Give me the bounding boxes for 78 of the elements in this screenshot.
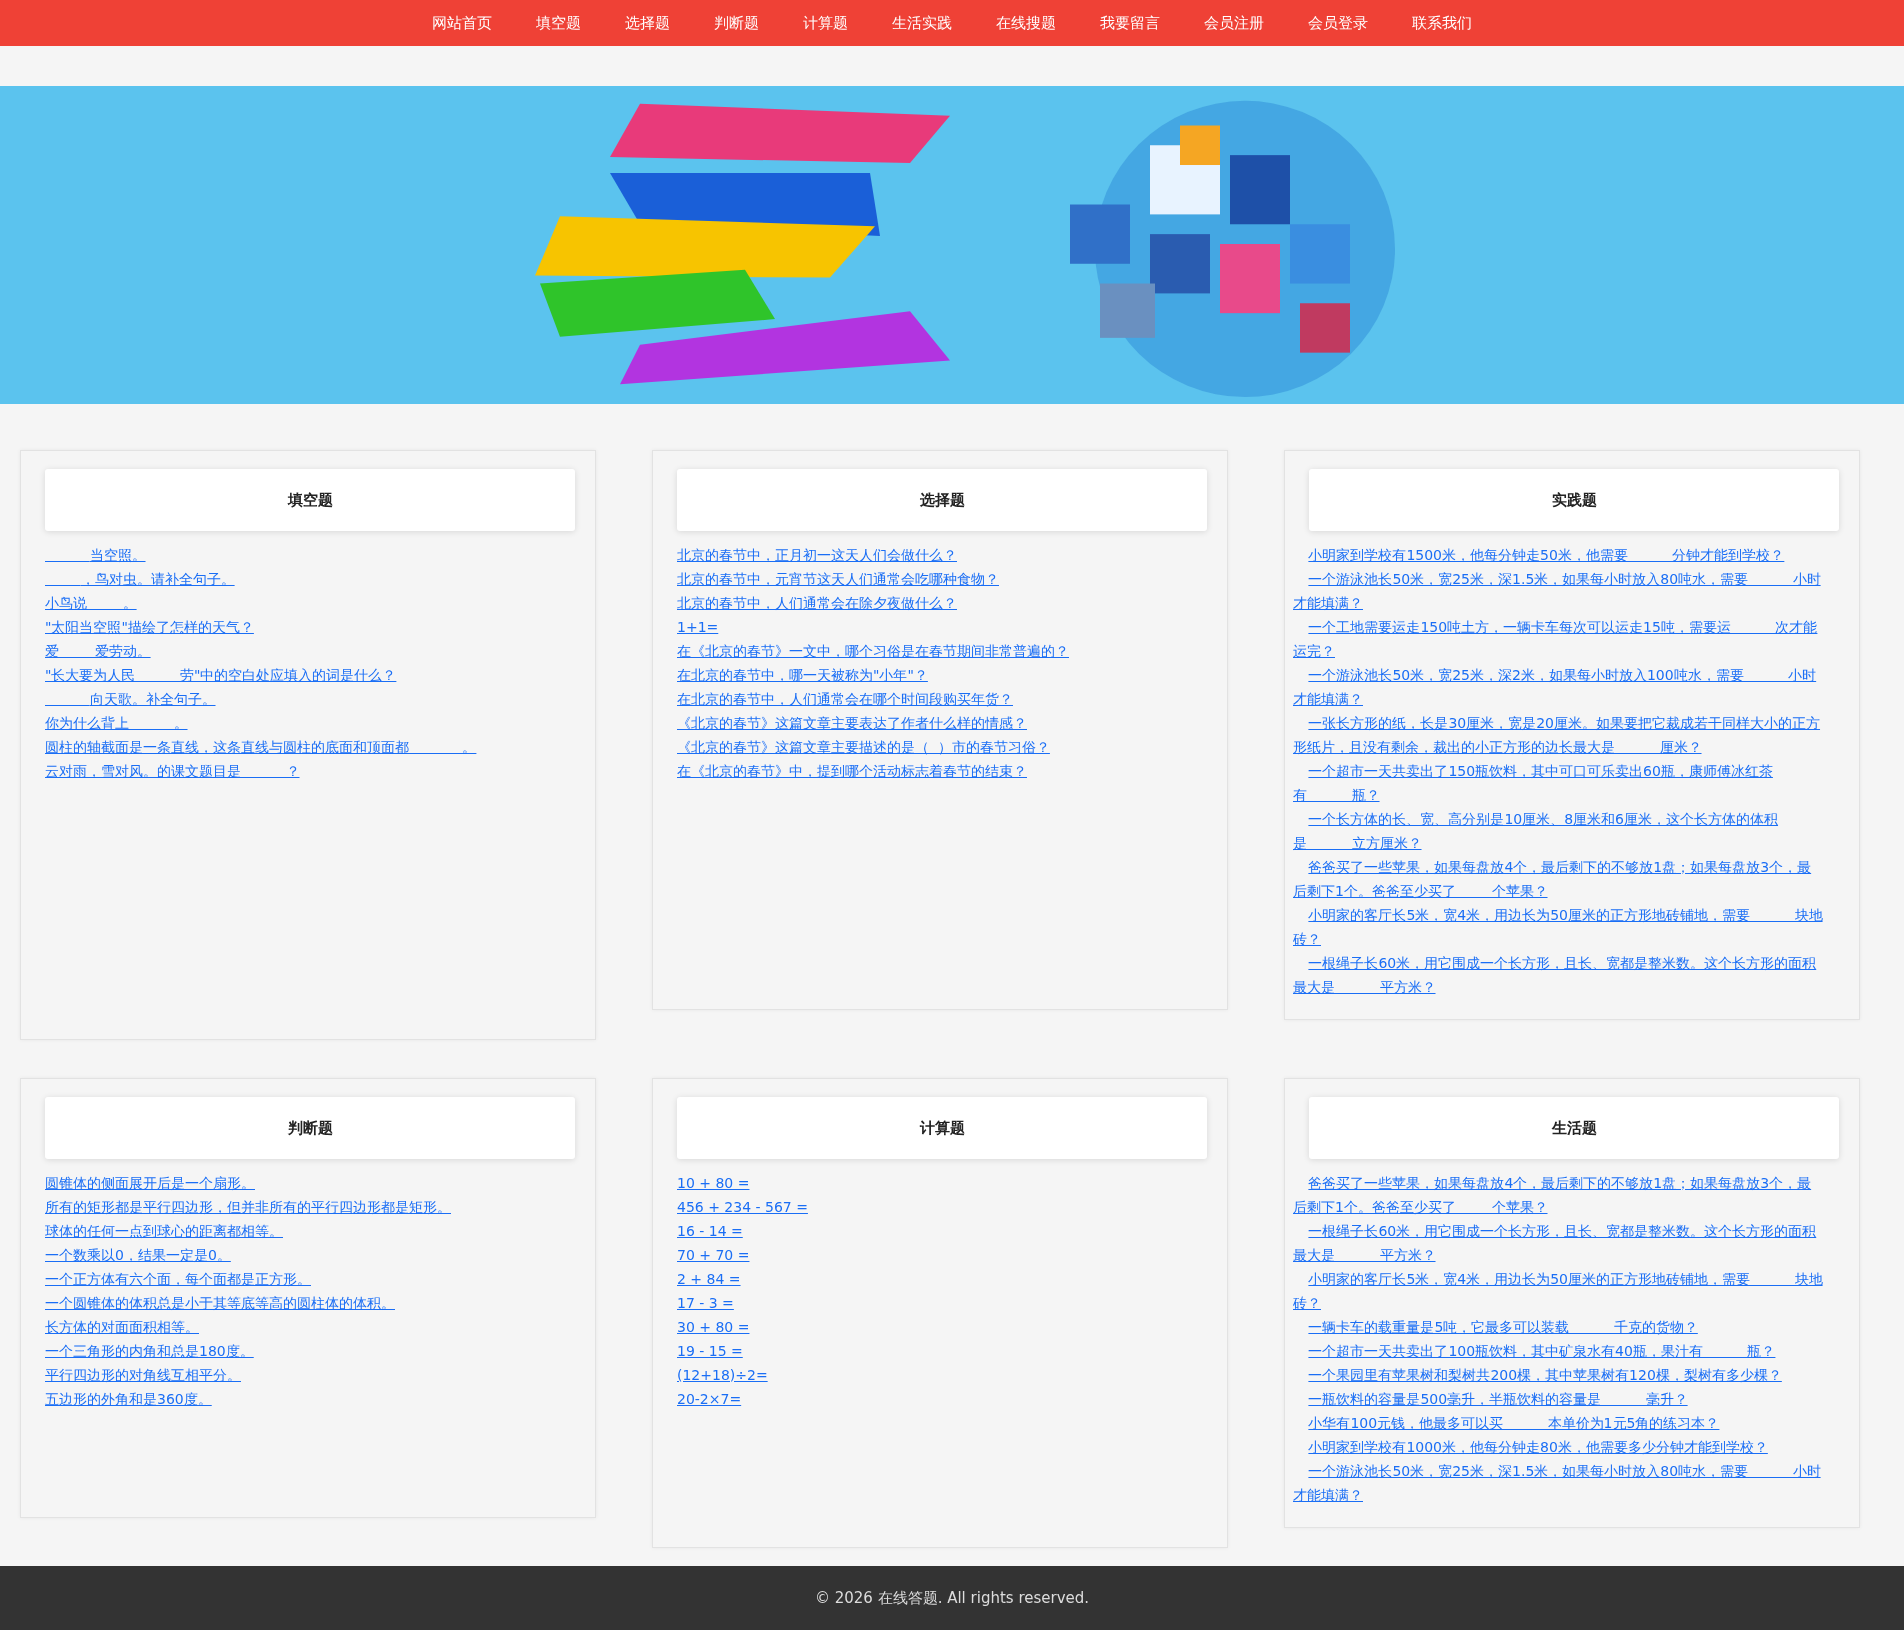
- question-link[interactable]: 70 + 70 =: [677, 1243, 1207, 1267]
- nav-link[interactable]: 联系我们: [1390, 13, 1494, 33]
- question-link[interactable]: 16 - 14 =: [677, 1219, 1207, 1243]
- question-link[interactable]: 一个游泳池长50米，宽25米，深1.5米，如果每小时放入80吨水，需要 小时才能填满？: [1293, 567, 1825, 615]
- question-link[interactable]: 北京的春节中，人们通常会在除夕夜做什么？: [677, 591, 1207, 615]
- question-link[interactable]: 《北京的春节》这篇文章主要描述的是（ ）市的春节习俗？: [677, 735, 1207, 759]
- question-link[interactable]: 在《北京的春节》中，提到哪个活动标志着春节的结束？: [677, 759, 1207, 783]
- nav-link[interactable]: 会员注册: [1182, 13, 1286, 33]
- question-link[interactable]: 平行四边形的对角线互相平分。: [45, 1363, 575, 1387]
- card-title: 计算题: [919, 1118, 965, 1138]
- question-link[interactable]: 一个三角形的内角和总是180度。: [45, 1339, 575, 1363]
- question-link[interactable]: 小明家到学校有1500米，他每分钟走50米，他需要 分钟才能到学校？: [1293, 543, 1825, 567]
- card-title: 实践题: [1551, 490, 1597, 510]
- nav-link[interactable]: 填空题: [514, 13, 603, 33]
- copyright-text: © 2026 在线答题. All rights reserved.: [814, 1588, 1090, 1608]
- question-link[interactable]: 爸爸买了一些苹果，如果每盘放4个，最后剩下的不够放1盘；如果每盘放3个，最后剩下1个。爸爸至少买了 个苹果？: [1293, 855, 1825, 903]
- question-link[interactable]: 当空照。: [45, 543, 575, 567]
- card-title: 选择题: [919, 490, 965, 510]
- question-link[interactable]: 一根绳子长60米，用它围成一个长方形，且长、宽都是整米数。这个长方形的面积最大是 平方米？: [1293, 951, 1825, 999]
- card-title: 填空题: [287, 490, 333, 510]
- nav-link[interactable]: 判断题: [692, 13, 781, 33]
- question-link[interactable]: 小鸟说 。: [45, 591, 575, 615]
- question-link[interactable]: 一个游泳池长50米，宽25米，深1.5米，如果每小时放入80吨水，需要 小时才能填满？: [1293, 1459, 1825, 1507]
- question-link[interactable]: 一根绳子长60米，用它围成一个长方形，且长、宽都是整米数。这个长方形的面积最大是 平方米？: [1293, 1219, 1825, 1267]
- question-link[interactable]: 球体的任何一点到球心的距离都相等。: [45, 1219, 575, 1243]
- question-link[interactable]: 一个长方体的长、宽、高分别是10厘米、8厘米和6厘米，这个长方体的体积是 立方厘米？: [1293, 807, 1825, 855]
- question-link[interactable]: 云对雨，雪对风。的课文题目是 ？: [45, 759, 575, 783]
- nav-link[interactable]: 我要留言: [1078, 13, 1182, 33]
- question-link[interactable]: 爸爸买了一些苹果，如果每盘放4个，最后剩下的不够放1盘；如果每盘放3个，最后剩下1个。爸爸至少买了 个苹果？: [1293, 1171, 1825, 1219]
- question-link[interactable]: "太阳当空照"描绘了怎样的天气？: [45, 615, 575, 639]
- nav-link[interactable]: 生活实践: [870, 13, 974, 33]
- question-link[interactable]: 在北京的春节中，哪一天被称为"小年"？: [677, 663, 1207, 687]
- question-link[interactable]: 北京的春节中，元宵节这天人们通常会吃哪种食物？: [677, 567, 1207, 591]
- nav-link[interactable]: 网站首页: [410, 13, 514, 33]
- question-link[interactable]: 一个游泳池长50米，宽25米，深2米，如果每小时放入100吨水，需要 小时才能填满？: [1293, 663, 1825, 711]
- nav-link[interactable]: 会员登录: [1286, 13, 1390, 33]
- question-link[interactable]: 一个超市一天共卖出了100瓶饮料，其中矿泉水有40瓶，果汁有 瓶？: [1293, 1339, 1825, 1363]
- question-link[interactable]: 在北京的春节中，人们通常会在哪个时间段购买年货？: [677, 687, 1207, 711]
- question-link[interactable]: 一个正方体有六个面，每个面都是正方形。: [45, 1267, 575, 1291]
- question-link[interactable]: 北京的春节中，正月初一这天人们会做什么？: [677, 543, 1207, 567]
- question-link[interactable]: 一个工地需要运走150吨土方，一辆卡车每次可以运走15吨，需要运 次才能运完？: [1293, 615, 1825, 663]
- question-link[interactable]: 所有的矩形都是平行四边形，但并非所有的平行四边形都是矩形。: [45, 1195, 575, 1219]
- question-link[interactable]: 一个果园里有苹果树和梨树共200棵，其中苹果树有120棵，梨树有多少棵？: [1293, 1363, 1825, 1387]
- question-link[interactable]: 一个圆锥体的体积总是小于其等底等高的圆柱体的体积。: [45, 1291, 575, 1315]
- question-link[interactable]: 小明家的客厅长5米，宽4米，用边长为50厘米的正方形地砖铺地，需要 块地砖？: [1293, 903, 1825, 951]
- question-link[interactable]: 一张长方形的纸，长是30厘米，宽是20厘米。如果要把它裁成若干同样大小的正方形纸片，且没有剩余，裁出的小正方形的边长最大是 厘米？: [1293, 711, 1825, 759]
- question-link[interactable]: 小华有100元钱，他最多可以买 本单价为1元5角的练习本？: [1293, 1411, 1825, 1435]
- question-link[interactable]: 圆锥体的侧面展开后是一个扇形。: [45, 1171, 575, 1195]
- question-link[interactable]: 19 - 15 =: [677, 1339, 1207, 1363]
- question-link[interactable]: 一辆卡车的载重量是5吨，它最多可以装载 千克的货物？: [1293, 1315, 1825, 1339]
- question-link[interactable]: 五边形的外角和是360度。: [45, 1387, 575, 1411]
- question-link[interactable]: 一瓶饮料的容量是500毫升，半瓶饮料的容量是 毫升？: [1293, 1387, 1825, 1411]
- question-link[interactable]: 你为什么背上 。: [45, 711, 575, 735]
- nav-link[interactable]: 计算题: [781, 13, 870, 33]
- question-link[interactable]: "长大要为人民 劳"中的空白处应填入的词是什么？: [45, 663, 575, 687]
- question-link[interactable]: 1+1=: [677, 615, 1207, 639]
- question-link[interactable]: 圆柱的轴截面是一条直线，这条直线与圆柱的底面和顶面都 。: [45, 735, 575, 759]
- question-link[interactable]: 向天歌。补全句子。: [45, 687, 575, 711]
- question-link[interactable]: 爱 爱劳动。: [45, 639, 575, 663]
- question-link[interactable]: 小明家到学校有1000米，他每分钟走80米，他需要多少分钟才能到学校？: [1293, 1435, 1825, 1459]
- question-link[interactable]: ，鸟对虫。请补全句子。: [45, 567, 575, 591]
- question-link[interactable]: 在《北京的春节》一文中，哪个习俗是在春节期间非常普遍的？: [677, 639, 1207, 663]
- question-link[interactable]: 《北京的春节》这篇文章主要表达了作者什么样的情感？: [677, 711, 1207, 735]
- question-link[interactable]: (12+18)÷2=: [677, 1363, 1207, 1387]
- question-link[interactable]: 一个数乘以0，结果一定是0。: [45, 1243, 575, 1267]
- question-link[interactable]: 20-2×7=: [677, 1387, 1207, 1411]
- nav-link[interactable]: 在线搜题: [974, 13, 1078, 33]
- question-link[interactable]: 2 + 84 =: [677, 1267, 1207, 1291]
- question-link[interactable]: 10 + 80 =: [677, 1171, 1207, 1195]
- question-link[interactable]: 17 - 3 =: [677, 1291, 1207, 1315]
- question-link[interactable]: 一个超市一天共卖出了150瓶饮料，其中可口可乐卖出60瓶，康师傅冰红茶有 瓶？: [1293, 759, 1825, 807]
- question-link[interactable]: 长方体的对面面积相等。: [45, 1315, 575, 1339]
- nav-link[interactable]: 选择题: [603, 13, 692, 33]
- question-link[interactable]: 456 + 234 - 567 =: [677, 1195, 1207, 1219]
- question-link[interactable]: 30 + 80 =: [677, 1315, 1207, 1339]
- question-link[interactable]: 小明家的客厅长5米，宽4米，用边长为50厘米的正方形地砖铺地，需要 块地砖？: [1293, 1267, 1825, 1315]
- card-title: 生活题: [1551, 1118, 1597, 1138]
- card-title: 判断题: [287, 1118, 333, 1138]
